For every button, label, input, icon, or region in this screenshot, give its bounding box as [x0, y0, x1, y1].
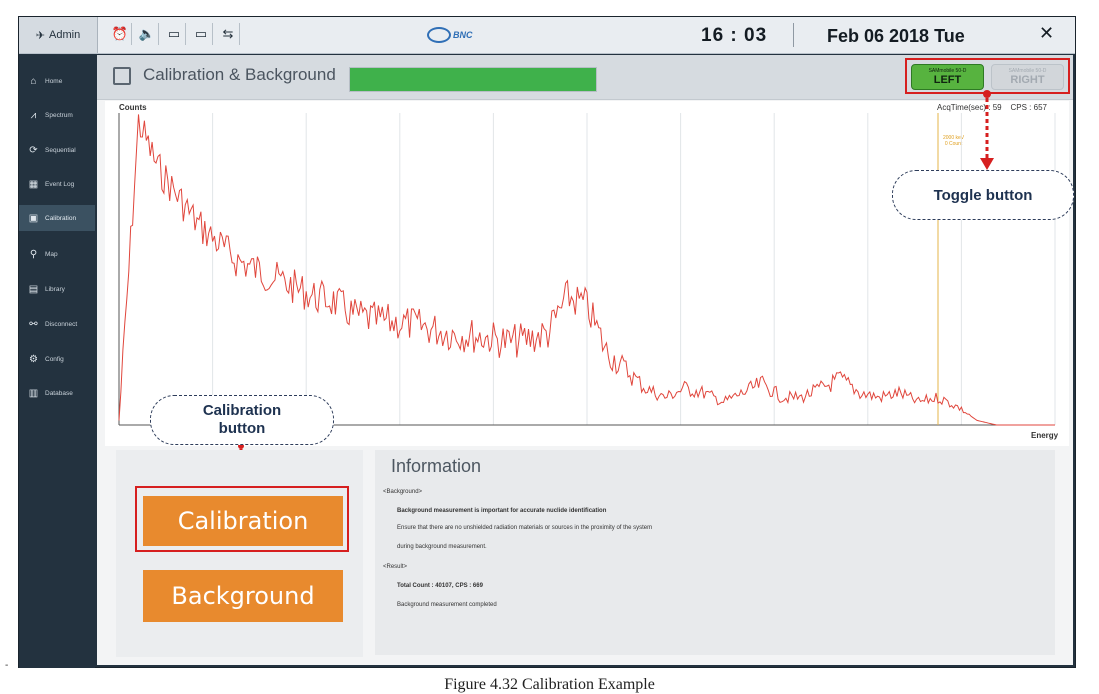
- disconnect-icon: ⚯: [29, 318, 38, 330]
- toggle-right-button[interactable]: SAMmobile 50-D RIGHT: [991, 64, 1064, 90]
- system-icons: ⏰ 🔈 ▭ ▭ ⇆: [109, 23, 240, 45]
- sidebar-item-disconnect[interactable]: ⚯ Disconnect: [19, 311, 95, 337]
- toggle-right-label: RIGHT: [1010, 74, 1045, 86]
- background-button[interactable]: Background: [143, 570, 343, 622]
- usb-icon: ⇆: [217, 23, 240, 45]
- figure-caption: Figure 4.32 Calibration Example: [444, 676, 655, 693]
- calibration-page-icon: [113, 67, 131, 85]
- divider: [793, 23, 794, 47]
- battery-1-icon: ▭: [163, 23, 186, 45]
- info-line: <Background>: [383, 489, 423, 495]
- toggle-left-button[interactable]: SAMmobile 50-D LEFT: [911, 64, 984, 90]
- x-axis-label: Energy: [1031, 431, 1059, 440]
- user-badge[interactable]: ✈ Admin: [19, 17, 98, 53]
- speaker-icon[interactable]: 🔈: [136, 23, 159, 45]
- sidebar-item-label: Library: [45, 285, 65, 293]
- sidebar-item-calibration[interactable]: ▣ Calibration: [19, 205, 95, 231]
- info-line: Background measurement is important for …: [397, 508, 607, 514]
- action-panel: [116, 450, 363, 657]
- config-icon: ⚙: [29, 353, 38, 365]
- sidebar-item-label: Spectrum: [45, 111, 73, 119]
- sidebar-item-label: Home: [45, 77, 63, 85]
- page-title: Calibration & Background: [143, 65, 336, 84]
- sequential-icon: ⟳: [29, 144, 38, 156]
- sidebar-item-spectrum[interactable]: ⩘ Spectrum: [19, 102, 95, 128]
- info-line: during background measurement.: [397, 544, 487, 550]
- sidebar-item-label: Sequential: [45, 146, 76, 154]
- information-panel: [375, 450, 1055, 655]
- sidebar-item-label: Map: [45, 250, 58, 258]
- calibration-button[interactable]: Calibration: [143, 496, 343, 546]
- clock: 16 : 03: [701, 25, 768, 46]
- info-line: Total Count : 40107, CPS : 669: [397, 583, 483, 589]
- calibration-callout: Calibration button: [150, 395, 334, 445]
- sidebar-item-label: Event Log: [45, 180, 75, 188]
- sidebar-item-label: Calibration: [45, 214, 77, 222]
- sidebar-item-home[interactable]: ⌂ Home: [19, 68, 95, 94]
- sidebar: ⌂ Home ⩘ Spectrum ⟳ Sequential ▦ Event L…: [19, 54, 95, 668]
- toggle-left-label: LEFT: [933, 74, 962, 86]
- progress-fill: [350, 68, 596, 91]
- sidebar-item-sequential[interactable]: ⟳ Sequential: [19, 137, 95, 163]
- info-line: Background measurement completed: [397, 602, 497, 608]
- alarm-clock-icon[interactable]: ⏰: [109, 23, 132, 45]
- page-dash: -: [5, 660, 9, 671]
- brand-logo: BNC: [427, 25, 491, 45]
- map-icon: ⚲: [29, 248, 38, 260]
- progress-bar: [349, 67, 597, 92]
- spectrum-icon: ⩘: [30, 109, 37, 121]
- home-icon: ⌂: [30, 75, 37, 87]
- toggle-highlight-frame: SAMmobile 50-D LEFT SAMmobile 50-D RIGHT: [905, 58, 1070, 94]
- brand-text: BNC: [453, 30, 473, 40]
- user-name: Admin: [49, 29, 81, 41]
- battery-2-icon: ▭: [190, 23, 213, 45]
- information-title: Information: [391, 456, 482, 476]
- calibration-callout-line1: Calibration: [202, 402, 282, 419]
- sidebar-item-config[interactable]: ⚙ Config: [19, 346, 95, 372]
- sidebar-item-database[interactable]: ▥ Database: [19, 380, 95, 406]
- event-log-icon: ▦: [28, 178, 39, 190]
- status-bar: ✈ Admin ⏰ 🔈 ▭ ▭ ⇆ BNC 16 : 03 Feb 06 201…: [19, 17, 1075, 54]
- close-icon[interactable]: ✕: [1039, 23, 1054, 44]
- library-icon: ▤: [28, 283, 39, 295]
- sidebar-item-library[interactable]: ▤ Library: [19, 276, 95, 302]
- date: Feb 06 2018 Tue: [827, 26, 965, 46]
- calibration-icon: ▣: [28, 212, 39, 224]
- info-line: <Result>: [383, 564, 408, 570]
- info-line: Ensure that there are no unshielded radi…: [397, 525, 653, 531]
- sidebar-item-map[interactable]: ⚲ Map: [19, 241, 95, 267]
- admin-icon: ✈: [35, 29, 46, 42]
- toggle-callout: Toggle button: [892, 170, 1074, 220]
- sidebar-item-label: Config: [45, 355, 64, 363]
- database-icon: ▥: [28, 387, 39, 399]
- brand-ring-icon: [427, 27, 451, 43]
- sidebar-item-label: Disconnect: [45, 320, 78, 328]
- sidebar-item-label: Database: [45, 389, 73, 397]
- page-header: Calibration & Background SAMmobile 50-D …: [97, 55, 1073, 100]
- sidebar-item-event-log[interactable]: ▦ Event Log: [19, 171, 95, 197]
- calibration-callout-line2: button: [218, 420, 266, 437]
